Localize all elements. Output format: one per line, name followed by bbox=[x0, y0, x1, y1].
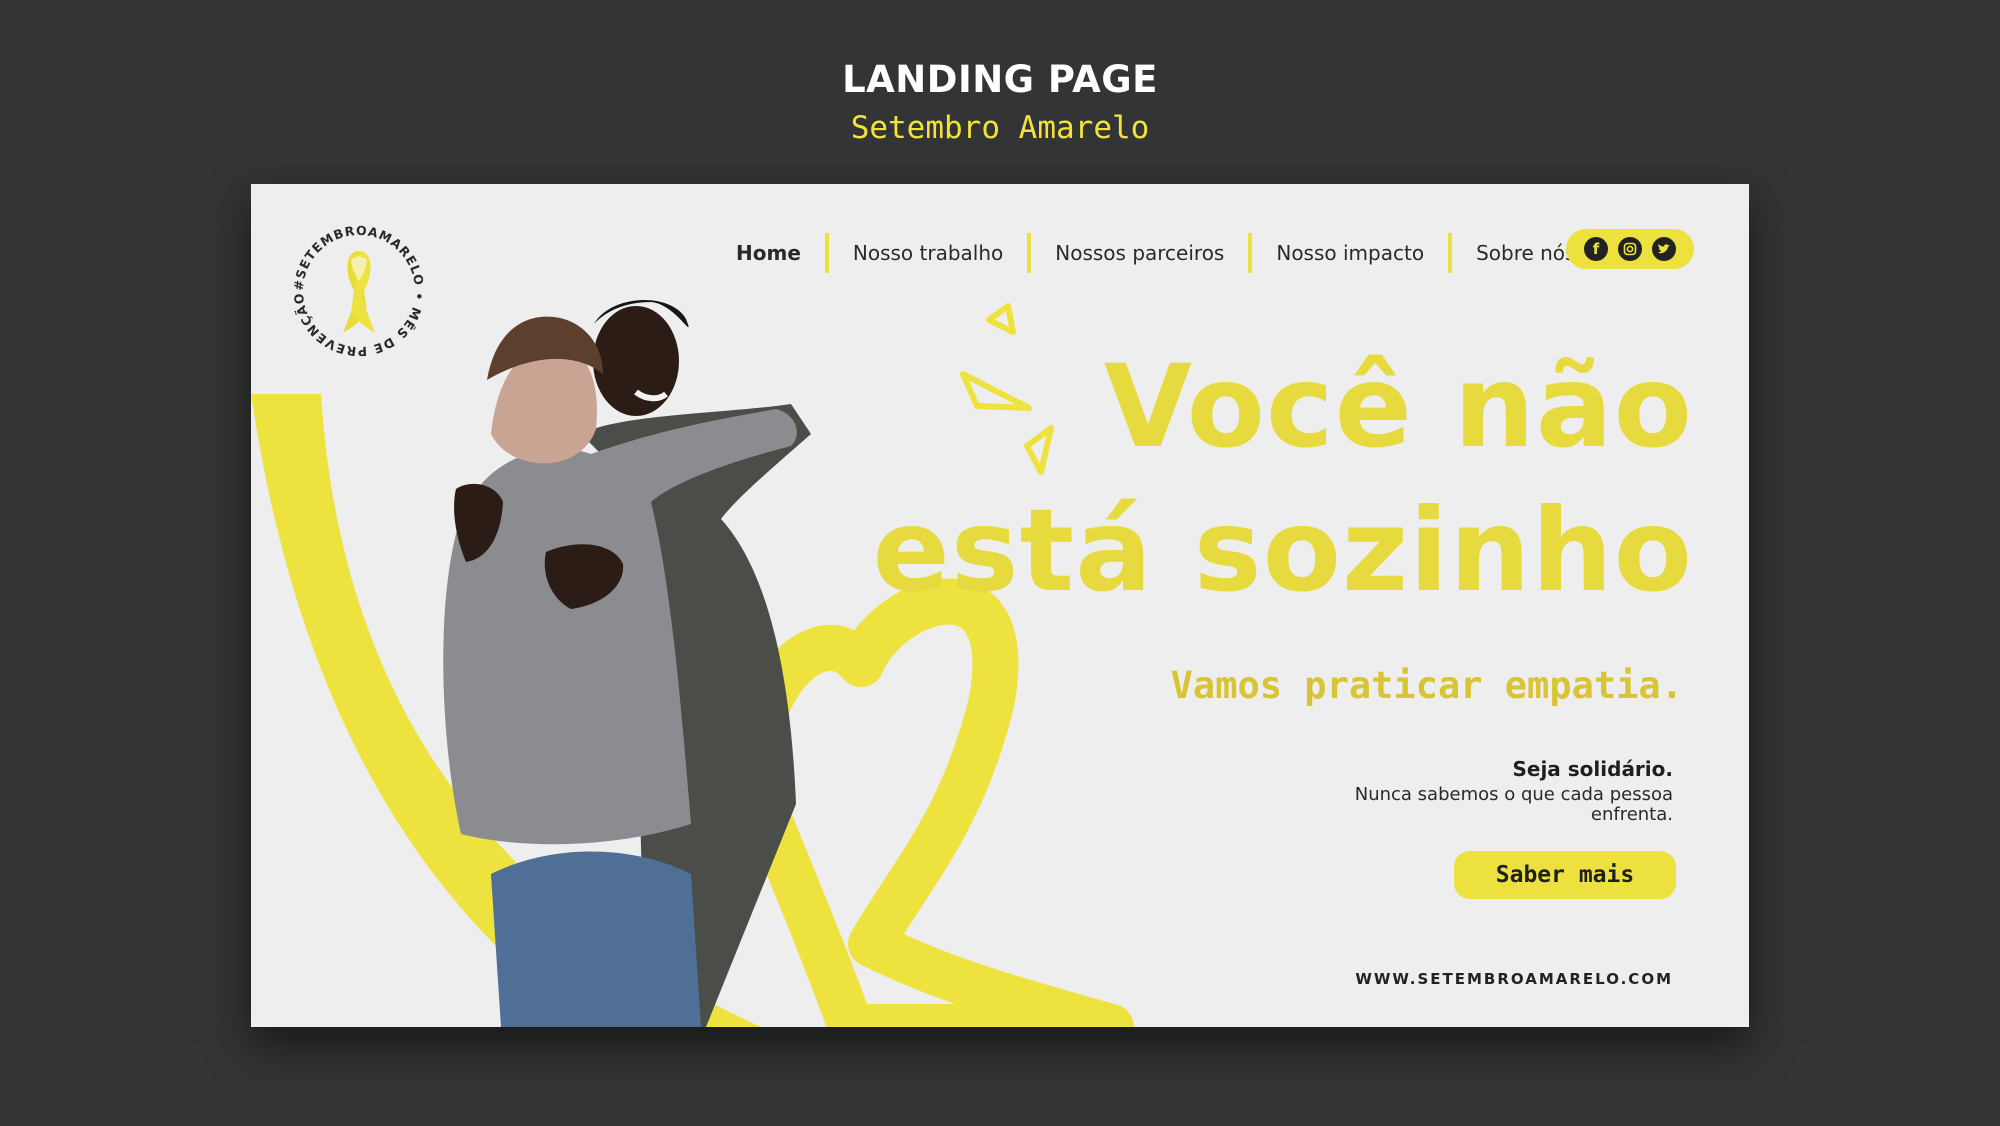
awareness-seal: #SETEMBROAMARELO • MÊS DE PREVENÇÃO AO S… bbox=[289, 221, 426, 359]
solidarity-text: Nunca sabemos o que cada pessoa enfrenta… bbox=[1354, 784, 1673, 825]
yellow-ribbon-icon bbox=[343, 251, 375, 333]
website-url[interactable]: WWW.SETEMBROAMARELO.COM bbox=[1355, 970, 1673, 988]
twitter-icon[interactable] bbox=[1652, 237, 1676, 261]
nav-nossos-parceiros[interactable]: Nossos parceiros bbox=[1031, 241, 1248, 265]
nav-home[interactable]: Home bbox=[712, 241, 825, 265]
page-subtitle: Setembro Amarelo bbox=[850, 110, 1150, 146]
saber-mais-button[interactable]: Saber mais bbox=[1454, 851, 1676, 899]
nav-nosso-trabalho[interactable]: Nosso trabalho bbox=[829, 241, 1027, 265]
facebook-icon[interactable]: f bbox=[1584, 237, 1608, 261]
social-links: f bbox=[1566, 229, 1694, 269]
solidarity-title: Seja solidário. bbox=[1512, 757, 1673, 781]
page-title: LANDING PAGE bbox=[842, 58, 1158, 101]
tagline: Vamos praticar empatia. bbox=[1170, 664, 1683, 707]
headline-line-2: está sozinho bbox=[872, 484, 1693, 617]
nav-nosso-impacto[interactable]: Nosso impacto bbox=[1252, 241, 1448, 265]
main-nav: Home Nosso trabalho Nossos parceiros Nos… bbox=[712, 231, 1599, 275]
instagram-icon[interactable] bbox=[1618, 237, 1642, 261]
landing-page-mockup: #SETEMBROAMARELO • MÊS DE PREVENÇÃO AO S… bbox=[251, 184, 1749, 1027]
headline-line-1: Você não bbox=[1103, 340, 1693, 473]
